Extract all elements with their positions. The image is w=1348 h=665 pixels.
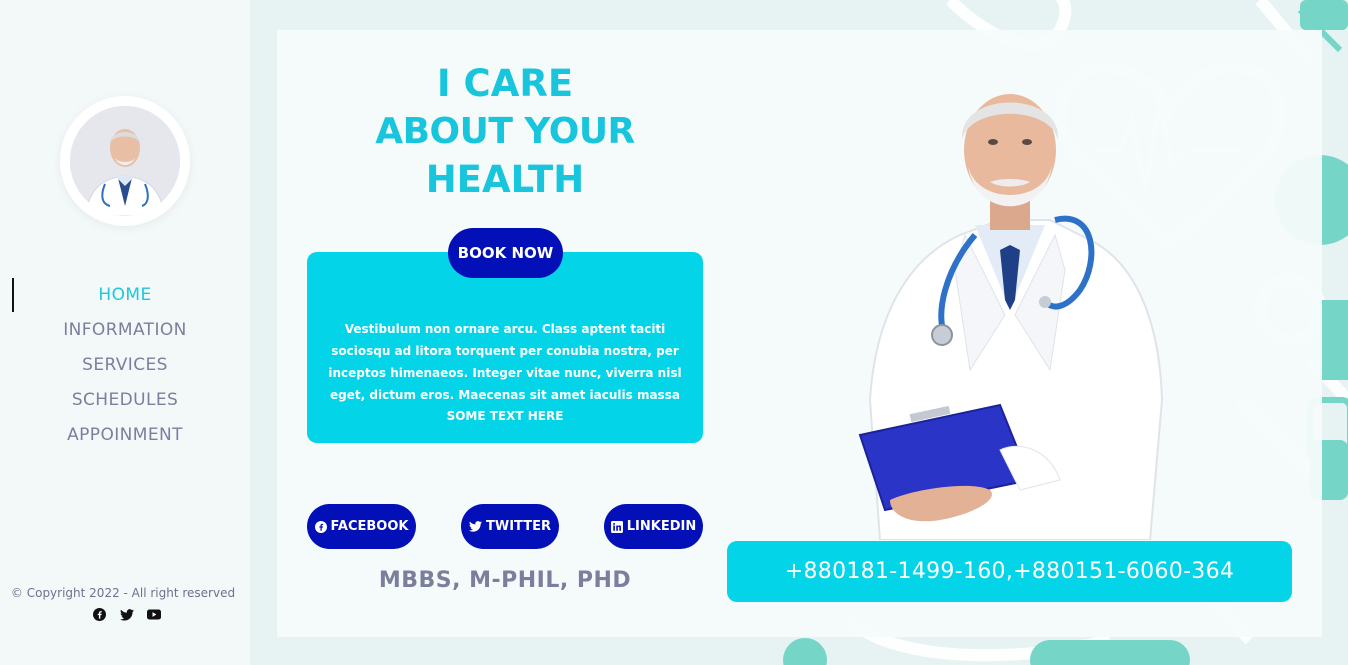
nav-item-home[interactable]: HOME <box>0 282 250 317</box>
hero-title: I CARE ABOUT YOUR HEALTH <box>360 60 650 204</box>
nav-item-appoinment[interactable]: APPOINMENT <box>0 422 250 457</box>
sidebar: HOME INFORMATION SERVICES SCHEDULES APPO… <box>0 0 250 665</box>
nav-item-information[interactable]: INFORMATION <box>0 317 250 352</box>
nav-item-services[interactable]: SERVICES <box>0 352 250 387</box>
nav-item-schedules[interactable]: SCHEDULES <box>0 387 250 422</box>
twitter-button[interactable]: TWITTER <box>461 504 559 549</box>
info-subtext: SOME TEXT HERE <box>446 409 564 423</box>
copyright-text: © Copyright 2022 - All right reserved <box>10 586 236 600</box>
doctor-degrees: MBBS, M-PHIL, PHD <box>378 568 632 593</box>
linkedin-button[interactable]: LINKEDIN <box>604 504 703 549</box>
info-description: Vestibulum non ornare arcu. Class aptent… <box>328 322 682 402</box>
sidebar-social-icons <box>92 607 161 622</box>
linkedin-icon <box>610 520 623 533</box>
facebook-button-label: FACEBOOK <box>330 519 409 534</box>
facebook-icon[interactable] <box>92 607 107 622</box>
facebook-icon <box>314 520 327 533</box>
doctor-avatar <box>70 106 180 216</box>
hero-title-line-3: HEALTH <box>425 158 585 201</box>
twitter-icon[interactable] <box>119 607 134 622</box>
hero-title-line-1: I CARE <box>436 62 574 105</box>
main-nav: HOME INFORMATION SERVICES SCHEDULES APPO… <box>0 282 250 457</box>
twitter-button-label: TWITTER <box>486 519 551 534</box>
youtube-icon[interactable] <box>146 607 161 622</box>
book-now-button[interactable]: BOOK NOW <box>448 228 563 278</box>
linkedin-button-label: LINKEDIN <box>626 519 697 534</box>
profile-avatar-ring <box>60 96 190 226</box>
hero-title-line-2: ABOUT YOUR <box>375 111 635 152</box>
facebook-button[interactable]: FACEBOOK <box>307 504 416 549</box>
doctor-image <box>850 70 1170 541</box>
twitter-icon <box>469 521 483 532</box>
phone-numbers[interactable]: +880181-1499-160,+880151-6060-364 <box>727 541 1292 602</box>
